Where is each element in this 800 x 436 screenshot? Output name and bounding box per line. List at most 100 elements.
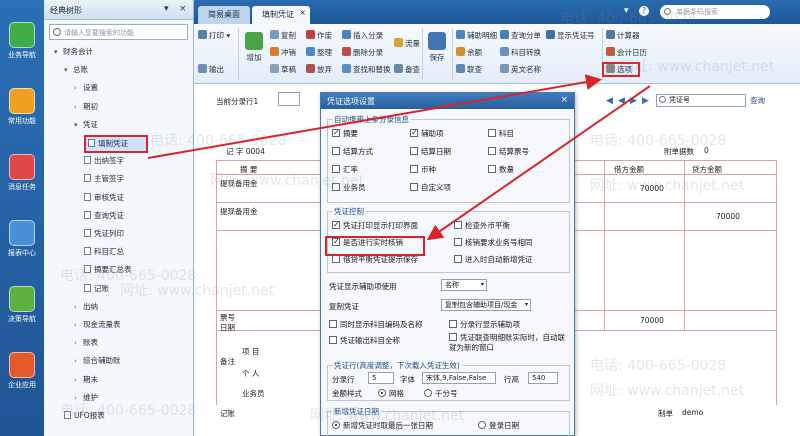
tree-item[interactable]: 主管签字 [84, 171, 124, 187]
row-count-input[interactable]: 5 [368, 372, 394, 384]
tree-item[interactable]: 查询凭证 [84, 208, 124, 224]
option-checkbox[interactable]: 凭证输出科目全称 [329, 335, 400, 346]
option-checkbox[interactable]: 辅助项 [410, 127, 444, 139]
option-checkbox[interactable]: 分录行显示辅助项 [449, 319, 520, 330]
tree-item[interactable]: 审核凭证 [84, 190, 124, 206]
query-button[interactable]: 查询 [750, 95, 765, 106]
tab-close-icon[interactable]: × [299, 8, 306, 17]
tree-item[interactable]: › 期末 [74, 372, 98, 388]
tree-item[interactable]: › 设置 [74, 80, 98, 96]
font-input[interactable]: 宋体,9,False,False [422, 372, 496, 384]
aux-detail-button[interactable]: 辅助明细 [456, 30, 497, 42]
chevron-down-icon[interactable]: ▾ [54, 44, 63, 60]
close-icon[interactable]: × [179, 4, 187, 14]
option-checkbox[interactable]: 汇率 [332, 164, 358, 175]
pin-icon[interactable]: ▾ [164, 4, 169, 14]
first-icon[interactable]: ◀ [606, 96, 613, 106]
show-mode-select[interactable]: 名称 ▾ [441, 279, 487, 291]
copy-voucher-select[interactable]: 复制包含辅助项目/现金 ▾ [441, 299, 531, 311]
chevron-right-icon[interactable]: › [74, 99, 83, 115]
top-search-input[interactable]: 单据条码搜索 [660, 5, 770, 19]
tree-item[interactable]: ▾ 总账 [64, 62, 88, 78]
prev-icon[interactable]: ◀ [618, 96, 625, 106]
voucher-search-input[interactable]: 凭证号 [656, 94, 746, 107]
row-height-input[interactable]: 540 [528, 372, 558, 384]
option-checkbox[interactable]: 结算方式 [332, 146, 373, 157]
last-icon[interactable]: ▶ [642, 96, 649, 106]
tree-item[interactable]: 出纳签字 [84, 153, 124, 169]
tree-item[interactable]: › 出纳 [74, 299, 98, 315]
chevron-right-icon[interactable]: › [74, 299, 83, 315]
option-checkbox[interactable]: 币种 [410, 164, 436, 175]
new-date-login-radio[interactable]: 登录日期 [478, 420, 519, 431]
save-button[interactable]: 保存 [426, 32, 448, 63]
option-checkbox[interactable]: 科目 [488, 128, 514, 139]
tree-item[interactable]: › 综合辅助账 [74, 353, 121, 369]
rail-item-common[interactable]: 常用功能 [0, 82, 44, 136]
option-checkbox[interactable]: 进入时自动新增凭证 [454, 254, 533, 265]
tree-item[interactable]: › 账表 [74, 335, 98, 351]
tree-item[interactable]: › 现金流量表 [74, 317, 121, 333]
tree-item[interactable]: 摘要汇总表 [84, 262, 132, 278]
tree-item[interactable]: › 期初 [74, 99, 98, 115]
option-checkbox[interactable]: 业务员 [332, 182, 366, 193]
flow-button[interactable]: 流量 [394, 38, 420, 50]
find-replace-button[interactable]: 查找和替换 [342, 64, 391, 76]
option-checkbox[interactable]: 凭证联查明细账实际时，自动联就为新的窗口 [449, 333, 567, 355]
option-checkbox[interactable]: 凭证打印显示打印界面 [332, 219, 418, 231]
summary-row-2[interactable]: 提现备用金 [220, 206, 258, 217]
dropdown-icon[interactable]: ▾ [624, 6, 629, 16]
chevron-down-icon[interactable]: ▾ [74, 117, 83, 133]
chevron-right-icon[interactable]: › [74, 80, 83, 96]
tree-item[interactable]: ▾ 财务会计 [54, 44, 93, 60]
close-icon[interactable]: × [560, 95, 568, 105]
tree-item[interactable]: 记账 [84, 281, 109, 297]
rail-item-message[interactable]: 消息任务 [0, 148, 44, 202]
rush-button[interactable]: 冲销 [270, 47, 296, 59]
query-entry-button[interactable]: 查询分单 [500, 30, 541, 42]
tab-voucher-entry[interactable]: 填制凭证 × [252, 6, 310, 24]
drop-button[interactable]: 放弃 [306, 64, 332, 76]
option-checkbox[interactable]: 结算日期 [410, 146, 451, 157]
subject-convert-button[interactable]: 科目转换 [500, 47, 541, 59]
chevron-right-icon[interactable]: › [74, 335, 83, 351]
export-button[interactable]: 输出 [198, 64, 224, 76]
tidy-button[interactable]: 整理 [306, 47, 332, 59]
option-checkbox[interactable]: 摘要 [332, 127, 358, 139]
rail-item-report[interactable]: 报表中心 [0, 214, 44, 268]
calculator-button[interactable]: 计算器 [606, 30, 640, 42]
nav-search-input[interactable]: 请输入您要搜索的功能 [49, 24, 188, 40]
chevron-right-icon[interactable]: › [74, 353, 83, 369]
english-name-button[interactable]: 英文名称 [500, 64, 541, 76]
tree-item[interactable]: 科目汇总 [84, 244, 124, 260]
show-voucher-no-button[interactable]: 显示凭证号 [546, 30, 595, 42]
tree-item[interactable]: ▾ 凭证 [74, 117, 98, 133]
new-date-last-radio[interactable]: 新增凭证时取最后一张日期 [332, 420, 433, 431]
rail-item-decision[interactable]: 决策导航 [0, 280, 44, 334]
balance-button[interactable]: 余额 [456, 47, 482, 59]
void-button[interactable]: 作废 [306, 30, 332, 42]
help-icon[interactable]: ? [639, 6, 649, 16]
calendar-button[interactable]: 会计日历 [606, 47, 647, 59]
option-checkbox[interactable]: 数量 [488, 164, 514, 175]
option-checkbox[interactable]: 结算票号 [488, 146, 529, 157]
summary-row-1[interactable]: 提现备用金 [220, 178, 258, 189]
chevron-right-icon[interactable]: › [74, 317, 83, 333]
tree-item[interactable]: › 维护 [74, 390, 98, 406]
add-button[interactable]: 增加 [242, 32, 266, 63]
tree-item[interactable]: UFO报表 [64, 408, 105, 424]
copy-button[interactable]: 复制 [270, 30, 296, 42]
amount-grid-radio[interactable]: 网格 [378, 388, 404, 399]
tree-item[interactable]: 凭证列印 [84, 226, 124, 242]
next-icon[interactable]: ▶ [630, 96, 637, 106]
chevron-right-icon[interactable]: › [74, 372, 83, 388]
credit-amount-row-2[interactable]: 70000 [716, 212, 740, 221]
tree-item[interactable]: 填制凭证 [84, 135, 148, 153]
amount-thousands-radio[interactable]: 千分号 [424, 388, 458, 399]
rail-item-app-center[interactable]: 企业应用 [0, 346, 44, 400]
insert-entry-button[interactable]: 插入分录 [342, 30, 383, 42]
option-checkbox[interactable]: 检查外币平衡 [454, 220, 510, 231]
draft-button[interactable]: 草稿 [270, 64, 296, 76]
chevron-down-icon[interactable]: ▾ [64, 62, 73, 78]
tab-desktop[interactable]: 简易桌面 [198, 6, 250, 24]
